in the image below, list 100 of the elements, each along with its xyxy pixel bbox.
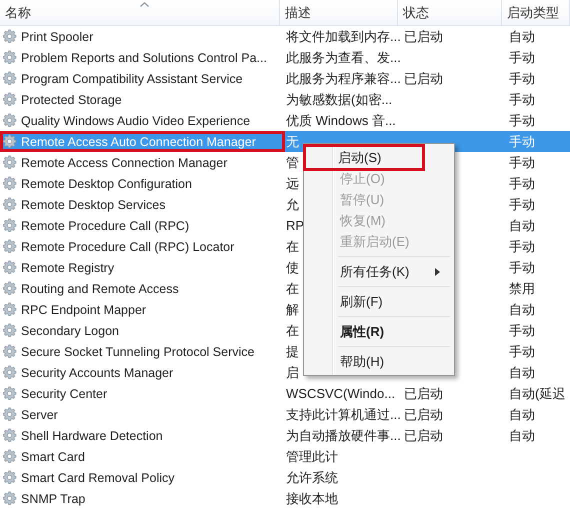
startup-type: 手动 — [509, 344, 535, 358]
gear-icon — [3, 260, 18, 275]
service-name: Remote Access Auto Connection Manager — [21, 134, 256, 148]
menu-item[interactable]: 属性(R) — [306, 321, 452, 342]
startup-type: 手动 — [509, 238, 535, 254]
service-name: Shell Hardware Detection — [21, 428, 163, 442]
service-description: 此服务为查看、发... — [286, 50, 401, 64]
gear-icon — [3, 155, 18, 170]
gear-icon — [3, 323, 18, 338]
startup-type: 手动 — [509, 134, 535, 148]
gear-icon — [3, 428, 18, 443]
service-description: 使 — [286, 260, 299, 274]
startup-type: 手动 — [509, 50, 535, 64]
startup-type: 自动 — [509, 364, 535, 380]
service-name: Server — [21, 408, 58, 422]
gear-icon — [3, 302, 18, 317]
service-description: 远 — [286, 176, 299, 190]
gear-icon — [3, 239, 18, 254]
service-description: 在 — [286, 238, 299, 254]
startup-type: 自动 — [509, 28, 535, 44]
gear-icon — [3, 344, 18, 359]
service-name: Remote Registry — [21, 260, 114, 274]
column-header[interactable]: 描述 — [280, 0, 398, 25]
service-status: 已启动 — [404, 428, 443, 442]
service-name: SNMP Trap — [21, 492, 86, 506]
service-name: Remote Procedure Call (RPC) Locator — [21, 240, 234, 254]
startup-type: 手动 — [509, 112, 535, 128]
startup-type: 自动 — [509, 406, 535, 422]
startup-type: 禁用 — [509, 280, 535, 296]
service-description: 在 — [286, 280, 299, 296]
service-name: Secondary Logon — [21, 324, 119, 338]
service-name: Quality Windows Audio Video Experience — [21, 114, 250, 128]
service-description: WSCSVC(Windo... — [286, 386, 396, 401]
gear-icon — [3, 386, 18, 401]
service-description: 管理此计 — [286, 448, 338, 464]
service-description: 允许系统 — [286, 470, 338, 484]
service-description: 将文件加载到内存... — [286, 28, 401, 44]
service-name: Remote Procedure Call (RPC) — [21, 218, 190, 232]
service-description: 此服务为程序兼容... — [286, 70, 401, 86]
service-description: 允 — [286, 196, 299, 212]
service-status: 已启动 — [404, 70, 443, 86]
service-name: Remote Desktop Configuration — [21, 176, 192, 190]
service-description: 在 — [286, 322, 299, 338]
service-name: Print Spooler — [21, 30, 94, 44]
gear-icon — [3, 50, 18, 65]
gear-icon — [3, 281, 18, 296]
service-name: Smart Card — [21, 450, 85, 464]
service-name: Security Accounts Manager — [21, 366, 174, 380]
service-description: 支持此计算机通过... — [286, 406, 401, 422]
startup-type: 自动 — [509, 428, 535, 442]
service-description: 启 — [286, 364, 299, 380]
service-status: 已启动 — [404, 386, 443, 400]
service-status: 已启动 — [404, 28, 443, 44]
startup-type: 手动 — [509, 322, 535, 338]
service-name: Protected Storage — [21, 92, 122, 106]
gear-icon — [3, 92, 18, 107]
gear-icon — [3, 407, 18, 422]
gear-icon — [3, 218, 18, 233]
service-name: Routing and Remote Access — [21, 282, 179, 296]
menu-item[interactable]: 刷新(F) — [306, 291, 452, 312]
service-name: Remote Desktop Services — [21, 198, 166, 212]
gear-icon — [3, 176, 18, 191]
service-status: 已启动 — [404, 406, 443, 422]
service-name: Secure Socket Tunneling Protocol Service — [21, 344, 254, 358]
startup-type: 手动 — [509, 70, 535, 86]
startup-type: 手动 — [509, 92, 535, 106]
startup-type: 自动 — [509, 302, 535, 316]
gear-icon — [3, 71, 18, 86]
service-description: 为自动播放硬件事... — [286, 428, 401, 442]
column-header[interactable]: 启动类型 — [502, 0, 570, 25]
service-name: Smart Card Removal Policy — [21, 470, 175, 484]
gear-icon — [3, 29, 18, 44]
gear-icon — [3, 365, 18, 380]
menu-item[interactable]: 帮助(H) — [306, 351, 452, 372]
startup-type: 手动 — [509, 176, 535, 190]
submenu-arrow-icon — [435, 268, 440, 276]
service-name: Problem Reports and Solutions Control Pa... — [21, 50, 267, 64]
gear-icon — [3, 449, 18, 464]
service-name: RPC Endpoint Mapper — [21, 302, 146, 316]
startup-type: 手动 — [509, 154, 535, 170]
gear-icon — [3, 491, 18, 506]
service-description: 管 — [286, 154, 299, 170]
service-description: 解 — [286, 302, 299, 316]
menu-item[interactable]: 所有任务(K) — [306, 261, 452, 282]
startup-type: 自动 — [509, 218, 535, 232]
gear-icon — [3, 134, 18, 149]
service-name: Security Center — [21, 386, 108, 400]
service-description: 无 — [286, 134, 299, 148]
startup-type: 自动(延迟 — [509, 386, 566, 400]
startup-type: 手动 — [509, 196, 535, 212]
service-name: Program Compatibility Assistant Service — [21, 72, 243, 86]
service-description: 接收本地 — [286, 490, 338, 506]
gear-icon — [3, 113, 18, 128]
service-name: Remote Access Connection Manager — [21, 156, 228, 170]
service-description: 提 — [286, 344, 299, 358]
gear-icon — [3, 470, 18, 485]
startup-type: 手动 — [509, 260, 535, 274]
service-description: RP — [286, 218, 304, 233]
column-header[interactable]: 状态 — [398, 0, 502, 25]
column-header[interactable]: 名称 — [0, 0, 280, 25]
